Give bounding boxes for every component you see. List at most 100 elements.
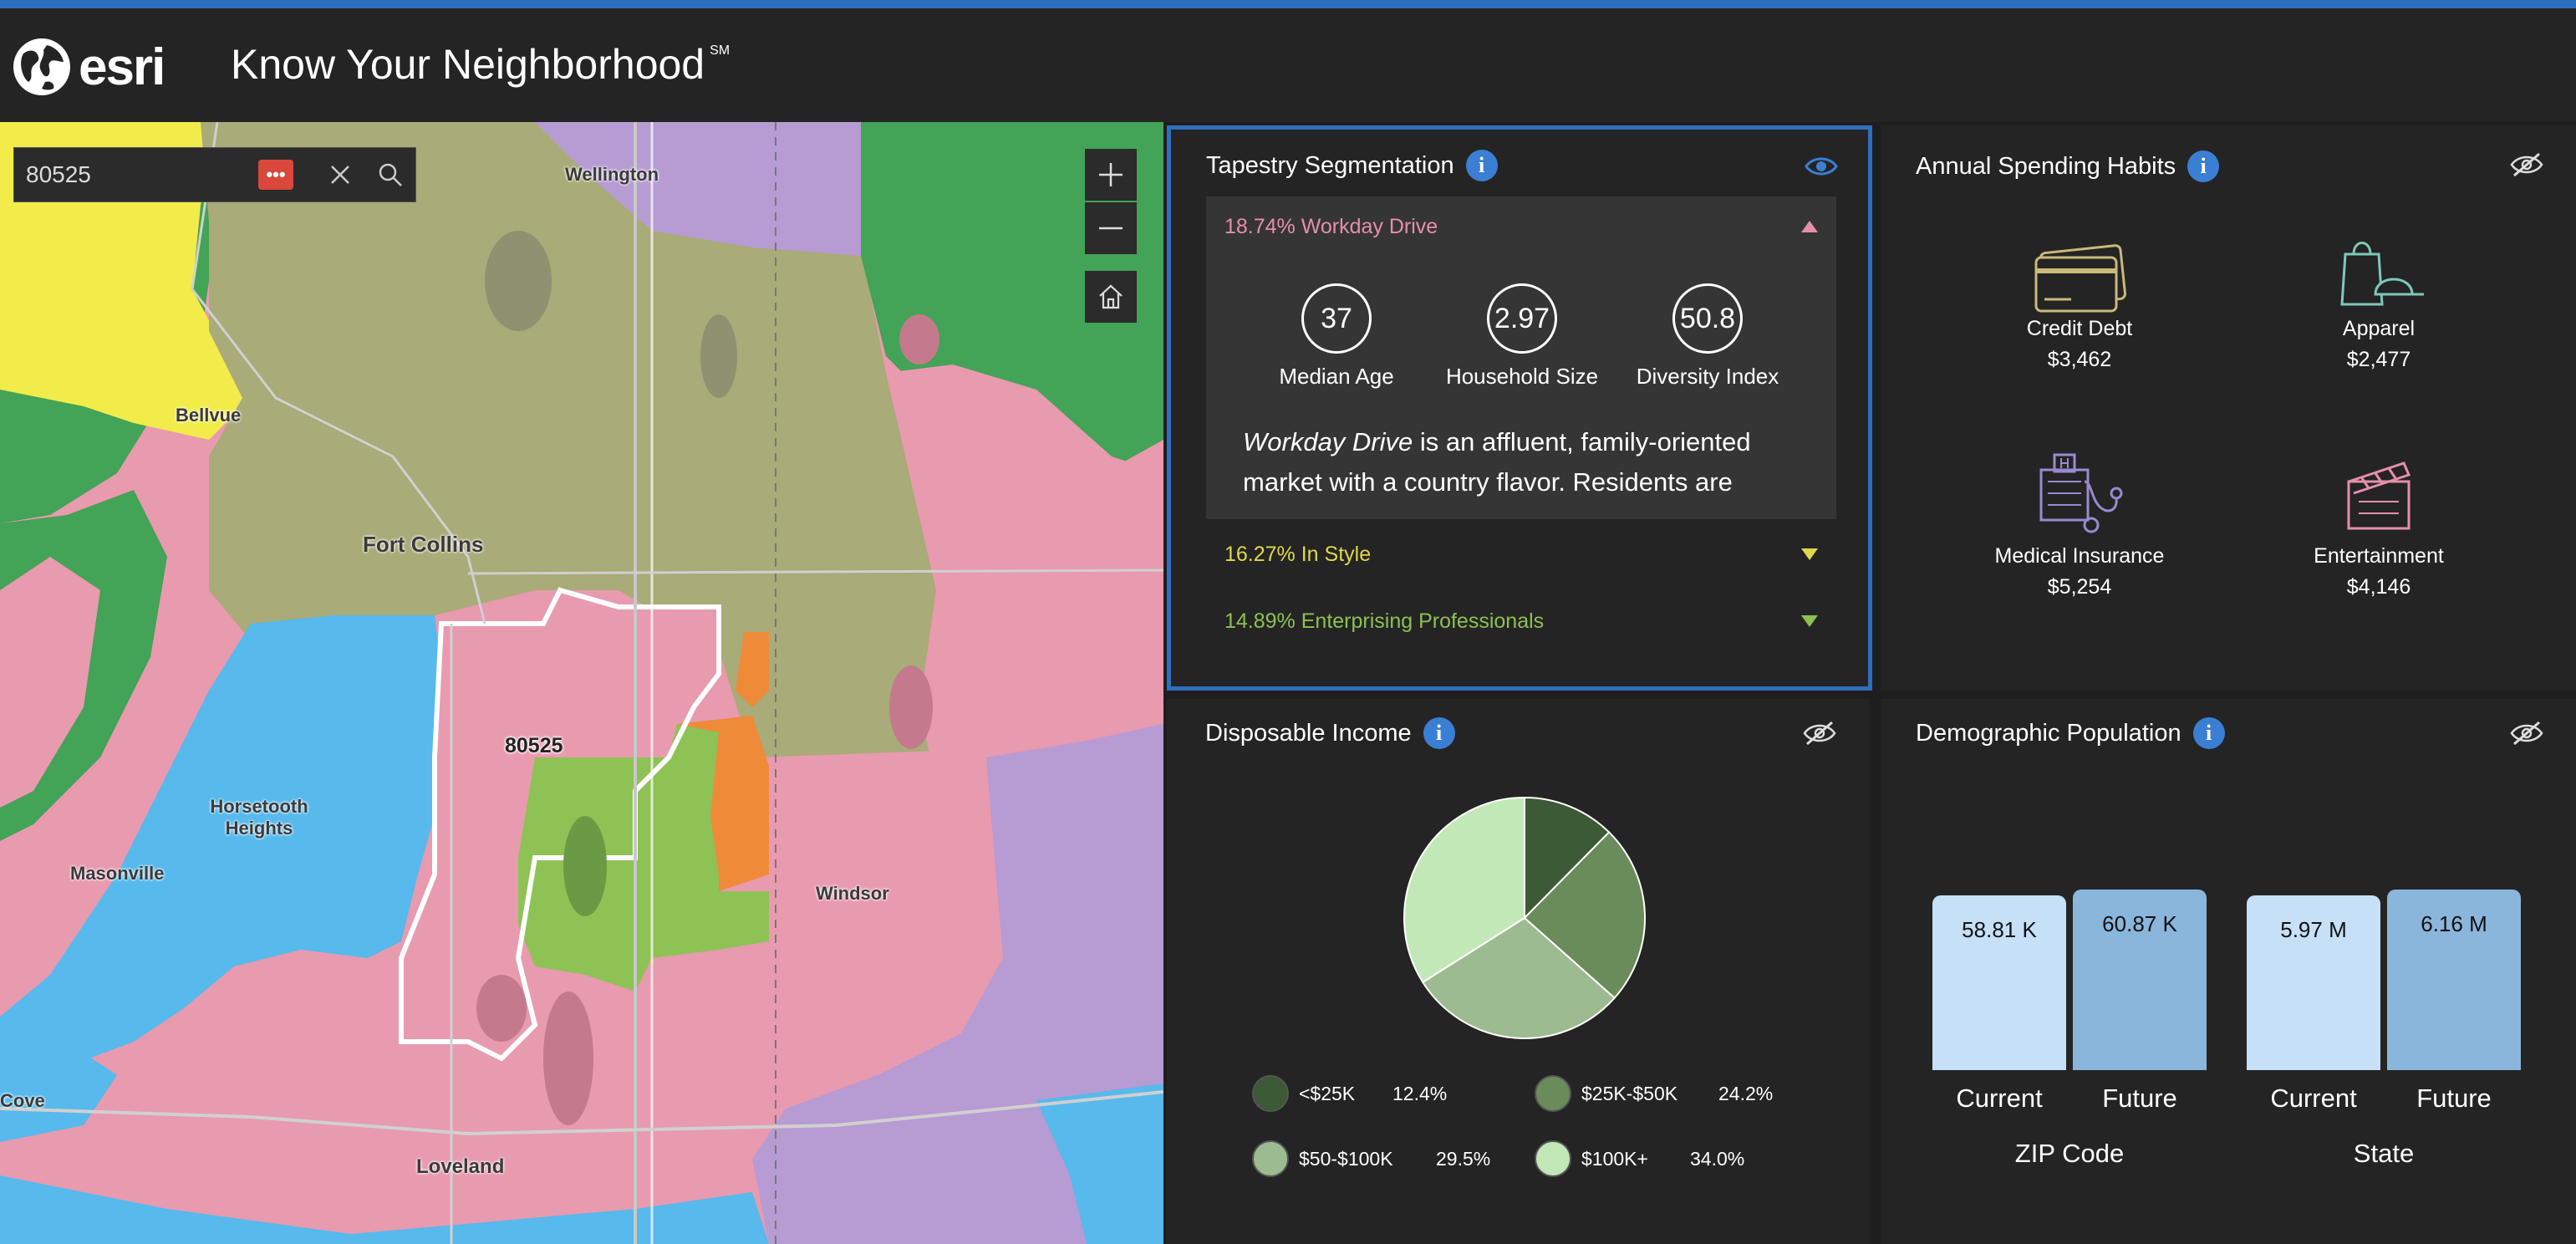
zoom-out-button[interactable] <box>1085 202 1137 254</box>
legend-value: 24.2% <box>1718 1082 1774 1104</box>
segment-description-name: Workday Drive <box>1243 427 1413 456</box>
apparel-icon <box>2340 242 2424 306</box>
map-label-horsetooth: Horsetooth Heights <box>210 796 308 839</box>
spend-apparel: Apparel $2,477 <box>2245 229 2512 372</box>
eye-icon <box>1805 157 1838 176</box>
bar-category-label: Current <box>2270 1083 2357 1113</box>
tapestry-panel: Tapestry Segmentation i 18.74% Workday D… <box>1167 125 1872 691</box>
legend-item: $25K-$50K 24.2% <box>1535 1075 1773 1112</box>
spend-value: $4,146 <box>2346 575 2411 599</box>
lake <box>476 975 527 1042</box>
demographic-panel: Demographic Population i 58.81 K Current 6… <box>1881 699 2576 1244</box>
service-mark: SM <box>710 43 731 58</box>
legend-item: <$25K 12.4% <box>1252 1075 1447 1112</box>
visibility-toggle[interactable] <box>1805 155 1838 182</box>
spend-credit-debt: Credit Debt $3,462 <box>1946 229 2213 372</box>
info-icon[interactable]: i <box>2192 717 2225 749</box>
legend-swatch <box>1252 1075 1289 1112</box>
spending-panel: Annual Spending Habits i Credit Debt $3,… <box>1881 125 2576 691</box>
home-button[interactable] <box>1085 271 1137 323</box>
search-input[interactable] <box>14 161 258 189</box>
demographic-title: Demographic Population i <box>1916 717 2225 749</box>
clear-search-button[interactable] <box>315 148 365 201</box>
spend-label: Apparel <box>2342 317 2416 340</box>
clapperboard-icon <box>2347 461 2411 530</box>
legend-item: $100K+ 34.0% <box>1535 1140 1744 1177</box>
stat-household-size: 2.97 Household Size <box>1430 283 1614 390</box>
disposable-title-text: Disposable Income <box>1205 719 1412 747</box>
bar-value-label: 58.81 K <box>1962 917 2037 943</box>
lake <box>700 314 737 398</box>
stat-label: Household Size <box>1445 364 1599 389</box>
bar-zip-code-future[interactable]: 60.87 K <box>2073 890 2207 1070</box>
bar-zip-code-current[interactable]: 58.81 K <box>1932 895 2066 1070</box>
spend-entertainment: Entertainment $4,146 <box>2245 448 2512 599</box>
zip-code-label: 80525 <box>505 734 563 757</box>
segment-description: Workday Drive is an affluent, family-ori… <box>1243 422 1811 502</box>
eye-off-icon <box>2510 152 2543 177</box>
lake <box>889 665 933 749</box>
map-label-masonville: Masonville <box>70 863 165 884</box>
segment-row-2[interactable]: 16.27% In Style <box>1206 524 1836 584</box>
segment-label: 14.89% Enterprising Professionals <box>1224 609 1545 633</box>
stat-diversity-index: 50.8 Diversity Index <box>1616 283 1800 390</box>
search-button[interactable] <box>365 148 415 201</box>
visibility-toggle[interactable] <box>2509 719 2544 752</box>
bar-state-future[interactable]: 6.16 M <box>2387 890 2521 1070</box>
zoom-in-button[interactable] <box>1085 149 1137 201</box>
caret-up-icon <box>1801 221 1818 232</box>
map-canvas[interactable] <box>0 122 1163 1244</box>
lake <box>899 314 939 365</box>
bar-state-current[interactable]: 5.97 M <box>2247 895 2380 1070</box>
bar-category-label: Future <box>2102 1083 2177 1113</box>
top-accent-bar <box>0 0 2576 8</box>
map-view[interactable]: Wellington Bellvue Fort Collins Horsetoo… <box>0 122 1163 1244</box>
spend-label: Medical Insurance <box>1994 544 2165 568</box>
app-header: esri Know Your Neighborhood SM <box>0 8 2576 122</box>
eye-off-icon <box>1803 721 1836 746</box>
spend-label: Entertainment <box>2314 544 2444 568</box>
bar-value-label: 5.97 M <box>2280 916 2347 942</box>
search-widget[interactable]: ••• <box>13 147 416 202</box>
map-label-fort-collins: Fort Collins <box>363 532 484 557</box>
home-icon <box>1099 284 1123 309</box>
tapestry-title: Tapestry Segmentation i <box>1206 150 1498 181</box>
bar-category-label: Current <box>1956 1083 2043 1113</box>
legend-value: 29.5% <box>1436 1147 1491 1170</box>
segment-row-1[interactable]: 18.74% Workday Drive <box>1206 196 1836 257</box>
spend-value: $2,477 <box>2346 348 2411 371</box>
stat-value: 2.97 <box>1487 283 1557 354</box>
esri-logo[interactable]: esri <box>12 32 165 102</box>
minus-icon <box>1099 227 1123 230</box>
search-icon <box>379 163 402 186</box>
info-icon[interactable]: i <box>1423 717 1455 749</box>
legend-label: <$25K <box>1299 1082 1356 1104</box>
eye-off-icon <box>2510 721 2543 746</box>
map-label-windsor: Windsor <box>816 883 889 904</box>
bar-group-label: State <box>2353 1139 2415 1168</box>
legend-label: $25K-$50K <box>1581 1082 1678 1104</box>
legend-value: 34.0% <box>1690 1147 1745 1170</box>
spending-title-text: Annual Spending Habits <box>1916 152 2176 180</box>
lake <box>485 231 552 331</box>
legend-swatch <box>1535 1140 1571 1177</box>
spending-title: Annual Spending Habits i <box>1916 150 2220 182</box>
info-icon[interactable]: i <box>2187 150 2220 182</box>
spend-label: Credit Debt <box>2026 317 2133 340</box>
search-menu-badge[interactable]: ••• <box>258 160 293 190</box>
app-title: Know Your Neighborhood SM <box>231 40 730 89</box>
bar-value-label: 60.87 K <box>2102 911 2177 936</box>
map-label-wellington: Wellington <box>565 164 659 185</box>
caret-down-icon <box>1801 615 1818 627</box>
legend-label: $100K+ <box>1581 1147 1648 1170</box>
visibility-toggle[interactable] <box>2509 150 2544 183</box>
legend-swatch <box>1252 1140 1289 1177</box>
bar-group-label: ZIP Code <box>2014 1139 2125 1168</box>
visibility-toggle[interactable] <box>1802 719 1837 752</box>
info-icon[interactable]: i <box>1465 150 1498 181</box>
disposable-income-panel: Disposable Income i <$25K 12.4% $25K-$50… <box>1167 699 1869 1244</box>
segment-row-3[interactable]: 14.89% Enterprising Professionals <box>1206 591 1836 651</box>
tapestry-title-text: Tapestry Segmentation <box>1206 151 1454 179</box>
spend-value: $3,462 <box>2047 348 2112 371</box>
bar-value-label: 6.16 M <box>2421 911 2487 936</box>
